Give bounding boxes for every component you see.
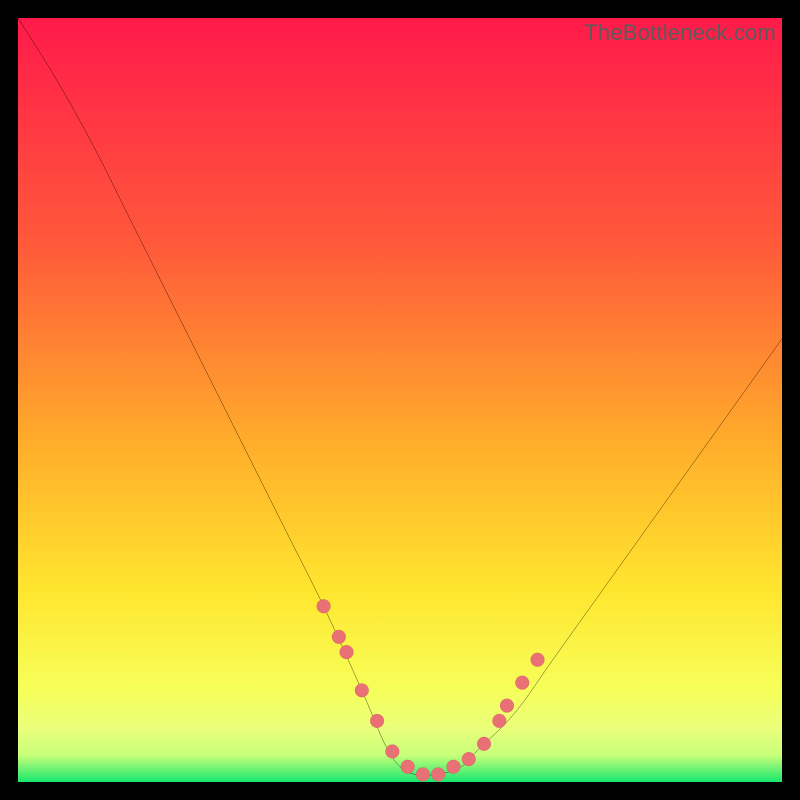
watermark-text: TheBottleneck.com [584,20,776,46]
chart-frame: TheBottleneck.com [18,18,782,782]
gradient-background [18,18,782,782]
